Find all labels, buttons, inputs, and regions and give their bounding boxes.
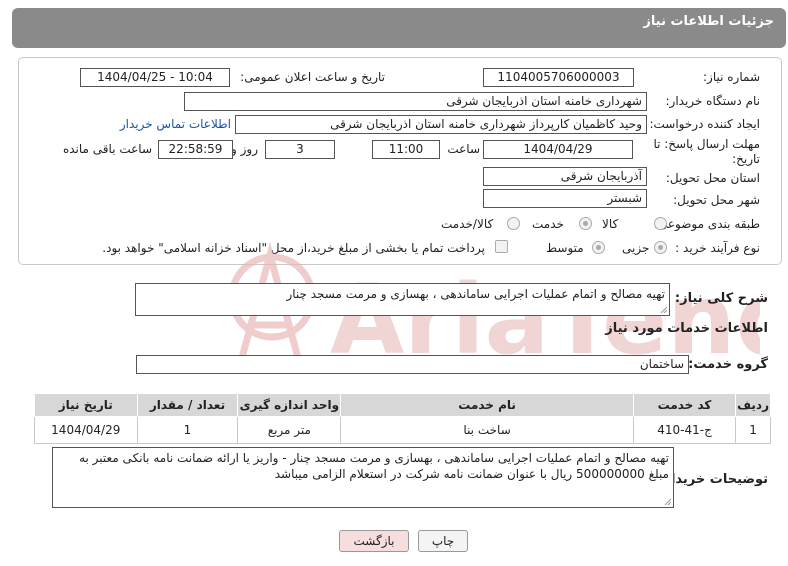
need-info-panel xyxy=(18,57,782,265)
buyer-org-field[interactable]: شهرداری خامنه استان اذربایجان شرقی xyxy=(184,92,647,111)
col-unit-header: واحد اندازه گیری xyxy=(237,393,342,417)
deadline-time-field[interactable]: 11:00 xyxy=(372,140,440,159)
resize-grip-icon[interactable] xyxy=(663,497,671,505)
cell-name: ساخت بنا xyxy=(340,416,634,444)
buyer-notes-label: توضیحات خریدار: xyxy=(658,472,768,487)
category-goods-service-label: کالا/خدمت xyxy=(441,217,494,231)
announce-datetime-label: تاریخ و ساعت اعلان عمومی: xyxy=(240,70,385,84)
need-number-label: شماره نیاز: xyxy=(703,70,760,84)
col-code-header: کد خدمت xyxy=(632,393,737,417)
category-label: طبقه بندی موضوعی: xyxy=(653,217,760,231)
page-title: جزئیات اطلاعات نیاز xyxy=(643,14,774,29)
days-remaining-field[interactable]: 3 xyxy=(265,140,335,159)
service-group-label: گروه خدمت: xyxy=(688,357,768,372)
col-name-header: نام خدمت xyxy=(340,393,634,417)
cell-date: 1404/04/29 xyxy=(34,416,138,444)
days-label: روز و xyxy=(231,142,258,156)
creator-field[interactable]: وحید کاظمیان کارپرداز شهرداری خامنه استا… xyxy=(235,115,647,134)
remaining-time-label: ساعت باقی مانده xyxy=(62,142,152,156)
city-field[interactable]: شبستر xyxy=(483,189,647,208)
process-type-label: نوع فرآیند خرید : xyxy=(675,241,760,255)
remaining-time-field[interactable]: 22:58:59 xyxy=(158,140,233,159)
process-medium-radio[interactable] xyxy=(592,241,605,254)
buyer-notes-text: تهیه مصالح و اتمام عملیات اجرایی سامانده… xyxy=(79,451,669,481)
category-service-radio[interactable] xyxy=(579,217,592,230)
buyer-org-label: نام دستگاه خریدار: xyxy=(665,94,761,108)
back-button[interactable]: بازگشت xyxy=(339,530,409,552)
cell-code: ج-41-410 xyxy=(632,416,737,444)
category-goods-radio[interactable] xyxy=(654,217,667,230)
services-title: اطلاعات خدمات مورد نیاز xyxy=(605,321,768,336)
deadline-date-label: تاریخ: xyxy=(732,152,760,166)
need-number-field[interactable]: 1104005706000003 xyxy=(483,68,634,87)
deadline-date-field[interactable]: 1404/04/29 xyxy=(483,140,633,159)
province-label: استان محل تحویل: xyxy=(665,171,760,185)
process-minor-label: جزیی xyxy=(622,241,650,255)
col-date-header: تاریخ نیاز xyxy=(34,393,138,417)
print-button[interactable]: چاپ xyxy=(418,530,468,552)
process-minor-radio[interactable] xyxy=(654,241,667,254)
buyer-notes-textarea[interactable]: تهیه مصالح و اتمام عملیات اجرایی سامانده… xyxy=(52,447,674,508)
table-row: 1 ج-41-410 ساخت بنا متر مربع 1 1404/04/2… xyxy=(34,416,771,444)
cell-row: 1 xyxy=(735,416,771,444)
payment-note: پرداخت تمام یا بخشی از مبلغ خرید،از محل … xyxy=(102,241,485,255)
creator-label: ایجاد کننده درخواست: xyxy=(649,117,760,131)
col-qty-header: تعداد / مقدار xyxy=(136,393,239,417)
category-service-label: خدمت xyxy=(532,217,564,231)
service-group-field[interactable]: ساختمان xyxy=(136,355,689,374)
category-goods-label: کالا xyxy=(602,217,619,231)
process-medium-label: متوسط xyxy=(546,241,584,255)
deadline-label: مهلت ارسال پاسخ: تا xyxy=(653,137,760,151)
summary-text: تهیه مصالح و اتمام عملیات اجرایی سامانده… xyxy=(286,287,665,301)
cell-unit: متر مربع xyxy=(237,416,342,444)
deadline-time-label: ساعت xyxy=(447,142,480,156)
treasury-payment-checkbox[interactable] xyxy=(495,240,508,253)
services-table: ردیف کد خدمت نام خدمت واحد اندازه گیری ت… xyxy=(34,393,771,444)
resize-grip-icon[interactable] xyxy=(659,305,667,313)
province-field[interactable]: آذربایجان شرقی xyxy=(483,167,647,186)
table-header-row: ردیف کد خدمت نام خدمت واحد اندازه گیری ت… xyxy=(34,393,771,417)
summary-label: شرح کلی نیاز: xyxy=(674,291,768,306)
city-label: شهر محل تحویل: xyxy=(673,193,760,207)
cell-qty: 1 xyxy=(136,416,239,444)
col-row-header: ردیف xyxy=(735,393,771,417)
summary-textarea[interactable]: تهیه مصالح و اتمام عملیات اجرایی سامانده… xyxy=(135,283,670,316)
buyer-contact-link[interactable]: اطلاعات تماس خریدار xyxy=(120,117,231,131)
announce-datetime-field[interactable]: 1404/04/25 - 10:04 xyxy=(80,68,230,87)
category-goods-service-radio[interactable] xyxy=(507,217,520,230)
